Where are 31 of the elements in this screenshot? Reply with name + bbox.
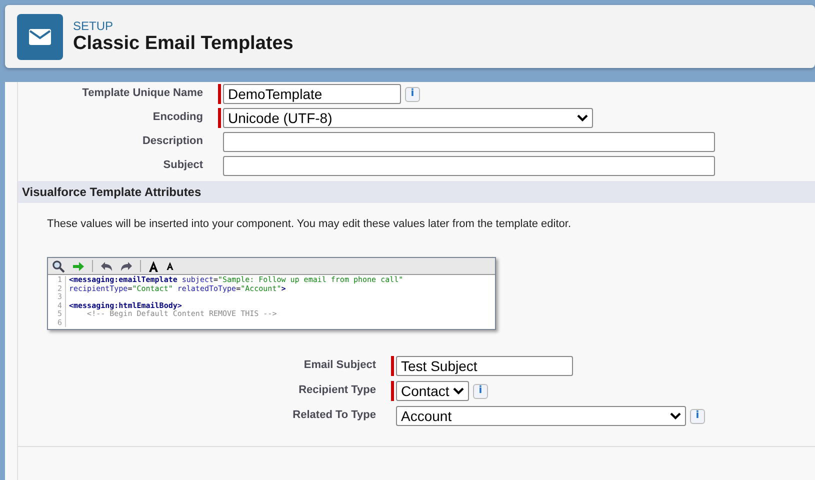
field-label: Related To Type <box>292 408 376 421</box>
field-label: Recipient Type <box>298 383 376 396</box>
chevron-down-icon <box>670 412 681 420</box>
section-header: Visualforce Template Attributes <box>18 181 815 203</box>
envelope-icon <box>17 14 63 60</box>
undo-icon <box>100 260 113 272</box>
chevron-down-icon <box>577 114 588 122</box>
field-label: Template Unique Name <box>81 86 203 99</box>
info-button[interactable]: i <box>473 384 488 398</box>
page-title: Classic Email Templates <box>73 32 294 54</box>
section-description: These values will be inserted into your component. You may edit these values later from the template editor. <box>47 218 572 230</box>
field-label: Description <box>141 134 203 147</box>
field-label: Encoding <box>152 110 203 123</box>
breadcrumb: SETUP <box>73 18 114 32</box>
info-button[interactable]: i <box>405 86 420 102</box>
text-field[interactable]: DemoTemplate <box>223 84 401 104</box>
select-field[interactable]: Contact <box>396 381 469 401</box>
info-button[interactable]: i <box>690 408 705 424</box>
text-field[interactable]: Test Subject <box>396 356 573 376</box>
text-field[interactable] <box>223 156 715 176</box>
font-larger-icon <box>148 260 159 272</box>
chevron-down-icon <box>453 387 464 395</box>
field-label: Email Subject <box>302 358 376 371</box>
search-icon <box>52 260 65 272</box>
field-label: Subject <box>162 158 203 171</box>
select-field[interactable]: Account <box>396 406 686 426</box>
select-field[interactable]: Unicode (UTF-8) <box>223 108 593 128</box>
redo-icon <box>120 260 133 272</box>
font-smaller-icon <box>166 262 174 270</box>
text-field[interactable] <box>223 132 715 152</box>
arrow-right-icon <box>72 260 85 272</box>
